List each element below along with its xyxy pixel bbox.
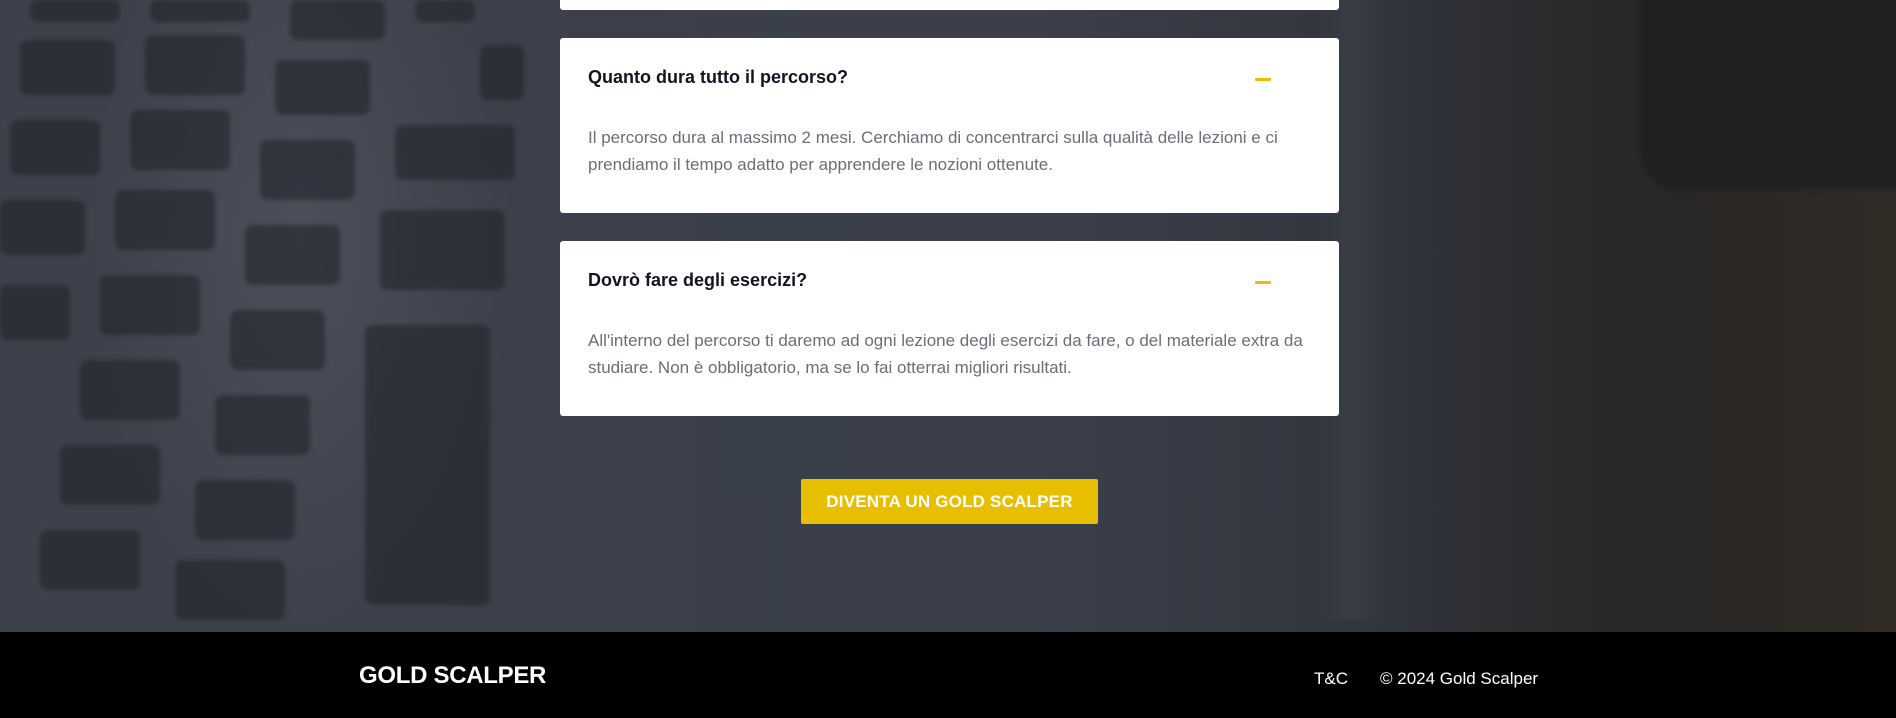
cta-container: DIVENTA UN GOLD SCALPER: [801, 479, 1098, 524]
footer: GOLD SCALPER T&C © 2024 Gold Scalper: [0, 632, 1896, 718]
copyright-text: © 2024 Gold Scalper: [1380, 669, 1539, 688]
faq-item: Dovrò fare degli esercizi? All'interno d…: [560, 241, 1339, 416]
faq-item: Quanto dura tutto il percorso? Il percor…: [560, 38, 1339, 213]
faq-answer: All'interno del percorso ti daremo ad og…: [588, 331, 1303, 377]
faq-question: Quanto dura tutto il percorso?: [588, 66, 848, 87]
faq-answer: Il percorso dura al massimo 2 mesi. Cerc…: [588, 128, 1278, 174]
footer-links: T&C © 2024 Gold Scalper: [1314, 669, 1538, 689]
phone-background-image: [1640, 0, 1896, 190]
faq-section-background: Quanto dura tutto il percorso? Il percor…: [0, 0, 1896, 632]
become-gold-scalper-button[interactable]: DIVENTA UN GOLD SCALPER: [801, 479, 1098, 524]
faq-question: Dovrò fare degli esercizi?: [588, 269, 808, 290]
faq-item-previous: [560, 0, 1339, 10]
faq-item-header[interactable]: Dovrò fare degli esercizi?: [588, 241, 1311, 319]
minus-icon[interactable]: [1255, 281, 1271, 284]
minus-icon[interactable]: [1255, 78, 1271, 81]
terms-link[interactable]: T&C: [1314, 669, 1348, 689]
faq-item-header[interactable]: Quanto dura tutto il percorso?: [588, 38, 1311, 116]
footer-brand-logo[interactable]: GOLD SCALPER: [359, 662, 546, 690]
page: Quanto dura tutto il percorso? Il percor…: [0, 0, 1896, 718]
